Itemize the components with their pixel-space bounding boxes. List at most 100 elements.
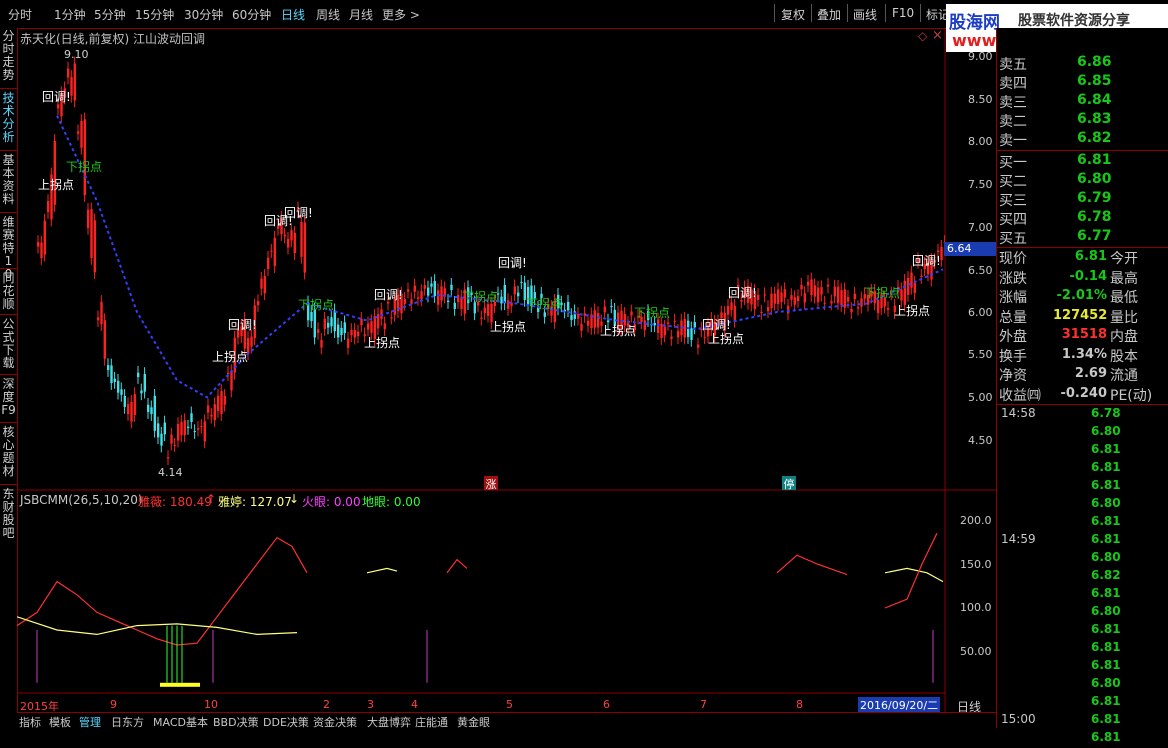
annotation-shangguai: 上拐点 (38, 178, 75, 192)
price-axis-label: 5.50 (968, 348, 993, 361)
x-axis-label: 6 (603, 698, 610, 711)
ob-price: 6.85 (1077, 73, 1112, 89)
quote-label: 换手 (999, 348, 1027, 365)
tab-30min[interactable]: 30分钟 (184, 6, 223, 23)
tick-price: 6.82 (1091, 568, 1121, 582)
annotation-xiaguai: 下拐点 (634, 306, 671, 320)
annotation-huidiao: 回调! (498, 256, 527, 270)
vtab-tonghuashun[interactable]: 同花顺 (1, 272, 16, 311)
tick-price: 6.80 (1091, 676, 1121, 690)
tick-row: 6.81 (997, 622, 1168, 640)
low-price-label: 4.14 (158, 466, 183, 479)
price-axis-label: 7.00 (968, 221, 993, 234)
indicator-axis-label: 150.0 (960, 558, 992, 571)
current-price-tag: 6.64 (944, 242, 997, 256)
annotation-xiaguai: 下拐点 (864, 286, 901, 300)
annotation-huidiao: 回调! (284, 206, 313, 220)
indicator-name[interactable]: JSBCMM(26,5,10,20) (20, 493, 143, 507)
tab-divider (0, 268, 17, 269)
quote-panel: 卖五 6.86 卖四 6.85 卖三 6.84 卖二 6.83 卖一 6.82 买一 6.8… (996, 28, 1168, 744)
x-axis-label: 8 (796, 698, 803, 711)
vtab-fenshi[interactable]: 分时走势 (1, 30, 16, 82)
fuquan-button[interactable]: 复权 (781, 6, 805, 23)
annotation-shangguai: 上拐点 (212, 350, 249, 364)
kline-chart[interactable] (17, 28, 996, 712)
tab-divider (0, 422, 17, 423)
tab-60min[interactable]: 60分钟 (232, 6, 271, 23)
vtab-depth-f9[interactable]: 深度F9 (1, 378, 16, 417)
tab-weekly[interactable]: 周线 (316, 6, 340, 23)
ob-price: 6.82 (1077, 130, 1112, 146)
tab-fenshi[interactable]: 分时 (8, 6, 32, 23)
tab-divider (0, 150, 17, 151)
draw-line-button[interactable]: 画线 (853, 6, 877, 23)
arrow-down-icon: ↓ (289, 492, 300, 506)
tab-1min[interactable]: 1分钟 (54, 6, 86, 23)
tick-price: 6.81 (1091, 478, 1121, 492)
annotation-shangguai: 上拐点 (894, 304, 931, 318)
x-axis-label: 4 (411, 698, 418, 711)
divider (847, 4, 848, 22)
orderbook-buy-row: 买二 6.80 (997, 171, 1168, 190)
ob-price: 6.77 (1077, 228, 1112, 244)
quote-label: 外盘 (999, 329, 1027, 345)
ob-price: 6.79 (1077, 190, 1112, 206)
annotation-shangguai: 上拐点 (364, 336, 401, 350)
tick-price: 6.81 (1091, 694, 1121, 708)
vtab-formula-download[interactable]: 公式下载 (1, 318, 16, 370)
f10-button[interactable]: F10 (892, 6, 914, 20)
annotation-shangguai: 上拐点 (708, 332, 745, 346)
indicator-yating: 雅婷: 127.07 (218, 495, 292, 509)
orderbook-sell-row: 卖一 6.82 (997, 130, 1168, 149)
quote-value: -0.240 (1060, 385, 1107, 401)
high-price-label: 9.10 (64, 48, 89, 61)
price-axis-label: 6.50 (968, 264, 993, 277)
tab-more[interactable]: 更多 > (382, 6, 420, 23)
quote-label: 总量 (999, 309, 1027, 326)
tick-price: 6.80 (1091, 550, 1121, 564)
price-axis-label: 5.00 (968, 391, 993, 404)
quote-label-right: 内盘 (1110, 329, 1138, 345)
tick-price: 6.81 (1091, 622, 1121, 636)
tab-15min[interactable]: 15分钟 (135, 6, 174, 23)
quote-value: 31518 (1061, 327, 1107, 342)
tick-row: 6.80 (997, 604, 1168, 622)
limit-up-badge: 涨 (484, 476, 498, 491)
price-axis-label: 6.00 (968, 306, 993, 319)
x-axis-label: 10 (204, 698, 218, 711)
annotation-shangguai: 上拐点 (600, 324, 637, 338)
ob-price: 6.83 (1077, 111, 1112, 127)
tick-row: 6.81 (997, 442, 1168, 460)
divider (885, 4, 886, 22)
divider (997, 404, 1168, 405)
price-axis-label: 8.00 (968, 135, 993, 148)
ob-label: 卖五 (999, 57, 1027, 73)
quote-label-right: PE(动) (1110, 387, 1153, 404)
tick-time: 14:58 (1001, 406, 1036, 420)
tick-row: 6.81 (997, 514, 1168, 532)
vtab-core-theme[interactable]: 核心题材 (1, 426, 16, 478)
annotation-xiaguai: 下拐点 (298, 298, 335, 312)
orderbook-sell-row: 卖三 6.84 (997, 92, 1168, 111)
ob-price: 6.78 (1077, 209, 1112, 225)
tick-row: 14:58 6.78 (997, 406, 1168, 424)
indicator-axis-label: 200.0 (960, 514, 992, 527)
x-axis-label: 2 (323, 698, 330, 711)
quote-value: 127452 (1053, 307, 1108, 323)
tab-monthly[interactable]: 月线 (349, 6, 373, 23)
vtab-basic-info[interactable]: 基本资料 (1, 154, 16, 206)
tick-row: 6.81 (997, 658, 1168, 676)
orderbook-sell-row: 卖五 6.86 (997, 54, 1168, 73)
tab-daily[interactable]: 日线 (281, 6, 305, 23)
tick-price: 6.81 (1091, 442, 1121, 456)
quote-label: 净资 (999, 368, 1027, 384)
ob-label: 买五 (999, 231, 1027, 247)
tab-5min[interactable]: 5分钟 (94, 6, 126, 23)
annotation-huidiao: 回调! (728, 286, 757, 300)
overlay-button[interactable]: 叠加 (817, 6, 841, 23)
ob-label: 卖二 (999, 114, 1027, 130)
vtab-eastmoney-forum[interactable]: 东财股吧 (1, 488, 16, 540)
vtab-tech-analysis[interactable]: 技术分析 (1, 92, 16, 144)
tab-divider (0, 314, 17, 315)
indicator-yawei: 雅薇: 180.49 (138, 495, 212, 509)
